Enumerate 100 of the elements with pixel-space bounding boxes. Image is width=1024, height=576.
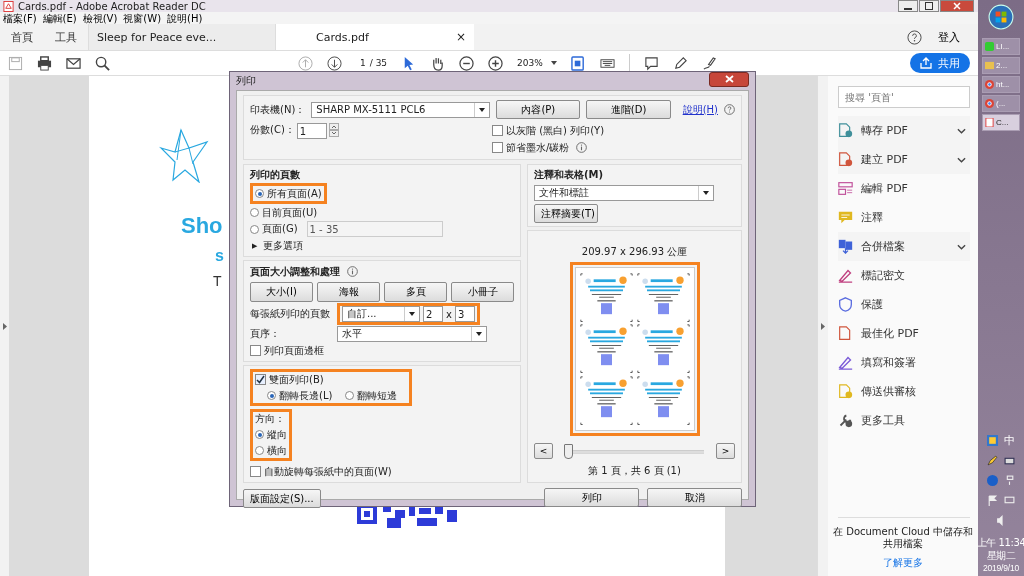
page-count: / 35 xyxy=(369,58,388,68)
dialog-button[interactable]: 列印 xyxy=(544,488,639,507)
spin-button[interactable] xyxy=(328,123,339,137)
menu-item[interactable]: 說明(H) xyxy=(164,12,206,24)
menu-item[interactable]: 檔案(F) xyxy=(0,12,40,24)
mail-icon[interactable] xyxy=(66,55,81,71)
pages-per-sheet-select[interactable]: 自訂... xyxy=(342,306,420,322)
copies-field[interactable]: 1 xyxy=(296,123,327,139)
page-number-field[interactable]: 1 xyxy=(360,58,366,68)
printer-label: 印表機(N)： xyxy=(250,102,306,117)
tool-item[interactable]: 標記密文 xyxy=(838,261,970,290)
start-button-icon[interactable] xyxy=(988,4,1014,30)
browser-icon xyxy=(985,99,994,108)
radio-button[interactable] xyxy=(255,189,264,198)
page-order-select[interactable]: 水平 xyxy=(337,326,487,342)
printer-icon[interactable] xyxy=(1004,455,1015,467)
zoom-in-icon[interactable] xyxy=(488,55,504,71)
print-icon[interactable] xyxy=(37,55,52,71)
tool-item[interactable]: 更多工具 xyxy=(838,406,970,435)
more-options-toggle[interactable]: 更多選項 xyxy=(263,238,304,253)
menu-item[interactable]: 編輯(E) xyxy=(39,12,80,24)
nav-tab[interactable]: 工具 xyxy=(44,24,88,50)
printer-select[interactable]: SHARP MX-5111 PCL6 xyxy=(311,101,491,118)
checkbox[interactable] xyxy=(250,345,261,356)
close-button[interactable] xyxy=(940,0,974,12)
dialog-button[interactable]: 進階(D) xyxy=(586,100,671,119)
expand-arrow-icon[interactable] xyxy=(2,322,7,330)
tool-item[interactable]: 注釋 xyxy=(838,203,970,232)
learn-more-link[interactable]: 了解更多 xyxy=(883,556,923,570)
radio-button[interactable] xyxy=(255,446,264,455)
radio-label: 頁面(G) xyxy=(262,222,298,236)
info-icon[interactable] xyxy=(347,266,358,277)
sizing-mode-button[interactable]: 小冊子 xyxy=(451,282,514,302)
checkbox[interactable] xyxy=(250,466,261,477)
columns-field[interactable]: 2 xyxy=(423,306,443,322)
dialog-button[interactable]: 內容(P) xyxy=(496,100,581,119)
document-tab[interactable]: Sleep for Peace eve... xyxy=(88,24,275,50)
summarize-comments-button[interactable]: 注釋摘要(T) xyxy=(534,204,598,223)
flag-icon[interactable] xyxy=(987,495,998,507)
sizing-mode-button[interactable]: 多頁 xyxy=(384,282,447,302)
rows-field[interactable]: 3 xyxy=(454,306,475,322)
comment-icon[interactable] xyxy=(643,55,659,71)
card-thumbnail-drawing xyxy=(634,323,692,375)
page-indicator-text: 第 1 頁，共 6 頁 (1) xyxy=(588,464,681,478)
radio-button[interactable] xyxy=(345,391,355,400)
maximize-button[interactable] xyxy=(919,0,939,12)
checkbox[interactable] xyxy=(492,125,503,136)
slider-thumb[interactable] xyxy=(564,443,573,459)
signature-icon[interactable] xyxy=(701,55,717,71)
radio-button[interactable] xyxy=(250,208,259,217)
radio-button[interactable] xyxy=(267,391,276,400)
input-method-indicator[interactable]: 中 xyxy=(1004,433,1015,449)
comments-select[interactable]: 文件和標註 xyxy=(534,185,714,201)
tool-item[interactable]: 建立 PDF xyxy=(838,145,970,174)
tool-item[interactable]: 合併檔案 xyxy=(838,232,970,261)
sign-in-link[interactable]: 登入 xyxy=(922,24,978,50)
radio-button[interactable] xyxy=(255,430,264,439)
pen-icon[interactable] xyxy=(672,55,688,71)
clock-weekday: 星期二 xyxy=(986,549,1016,563)
tool-item[interactable]: 填寫和簽署 xyxy=(838,348,970,377)
page-setup-button[interactable]: 版面設定(S)... xyxy=(243,489,321,508)
dialog-button[interactable]: 取消 xyxy=(647,488,742,507)
help-link[interactable]: 說明(H) xyxy=(682,102,718,117)
paper-size-text: 209.97 x 296.93 公厘 xyxy=(581,245,688,259)
share-button[interactable]: 共用 xyxy=(910,53,970,73)
tool-item[interactable]: 最佳化 PDF xyxy=(838,319,970,348)
tool-item[interactable]: 轉存 PDF xyxy=(838,116,970,145)
menu-item[interactable]: 檢視(V) xyxy=(79,12,121,24)
share-icon xyxy=(920,57,932,69)
tool-item[interactable]: 編輯 PDF xyxy=(838,174,970,203)
search-field[interactable]: 搜尋 '頁首' xyxy=(838,86,970,108)
checkbox-label: 列印頁面邊框 xyxy=(264,343,324,358)
next-page-button[interactable]: > xyxy=(716,443,735,459)
checkbox[interactable] xyxy=(255,374,266,385)
document-tab[interactable]: Cards.pdf × xyxy=(275,24,474,50)
zoom-dropdown[interactable]: 203% xyxy=(517,58,557,68)
minimize-button[interactable] xyxy=(898,0,918,12)
tool-item[interactable]: 保護 xyxy=(838,290,970,319)
document-share-icon xyxy=(838,384,853,399)
hand-icon[interactable] xyxy=(430,55,446,71)
tool-item[interactable]: 傳送供審核 xyxy=(838,377,970,406)
language-bar-icon[interactable] xyxy=(987,435,998,447)
checkbox[interactable] xyxy=(492,142,503,153)
expand-arrow-icon[interactable] xyxy=(821,322,825,330)
nav-tab[interactable]: 首頁 xyxy=(0,24,44,50)
sizing-mode-button[interactable]: 海報 xyxy=(317,282,380,302)
zoom-out-icon[interactable] xyxy=(459,55,475,71)
pages-per-sheet-label: 每張紙列印的頁數 xyxy=(250,307,331,321)
folder-icon xyxy=(985,61,994,70)
radio-button[interactable] xyxy=(250,224,259,234)
info-icon[interactable] xyxy=(576,142,588,153)
close-button[interactable] xyxy=(709,71,749,87)
arrow-down-icon[interactable] xyxy=(327,55,342,71)
menu-item[interactable]: 視窗(W) xyxy=(120,12,165,24)
taskbar-window-button[interactable]: C... xyxy=(982,114,1020,131)
pen-icon[interactable] xyxy=(987,455,998,467)
sizing-mode-button[interactable]: 大小(I) xyxy=(250,282,313,302)
previous-page-button[interactable]: < xyxy=(534,443,553,459)
search-icon[interactable] xyxy=(95,55,110,71)
fit-page-icon[interactable] xyxy=(570,55,586,71)
